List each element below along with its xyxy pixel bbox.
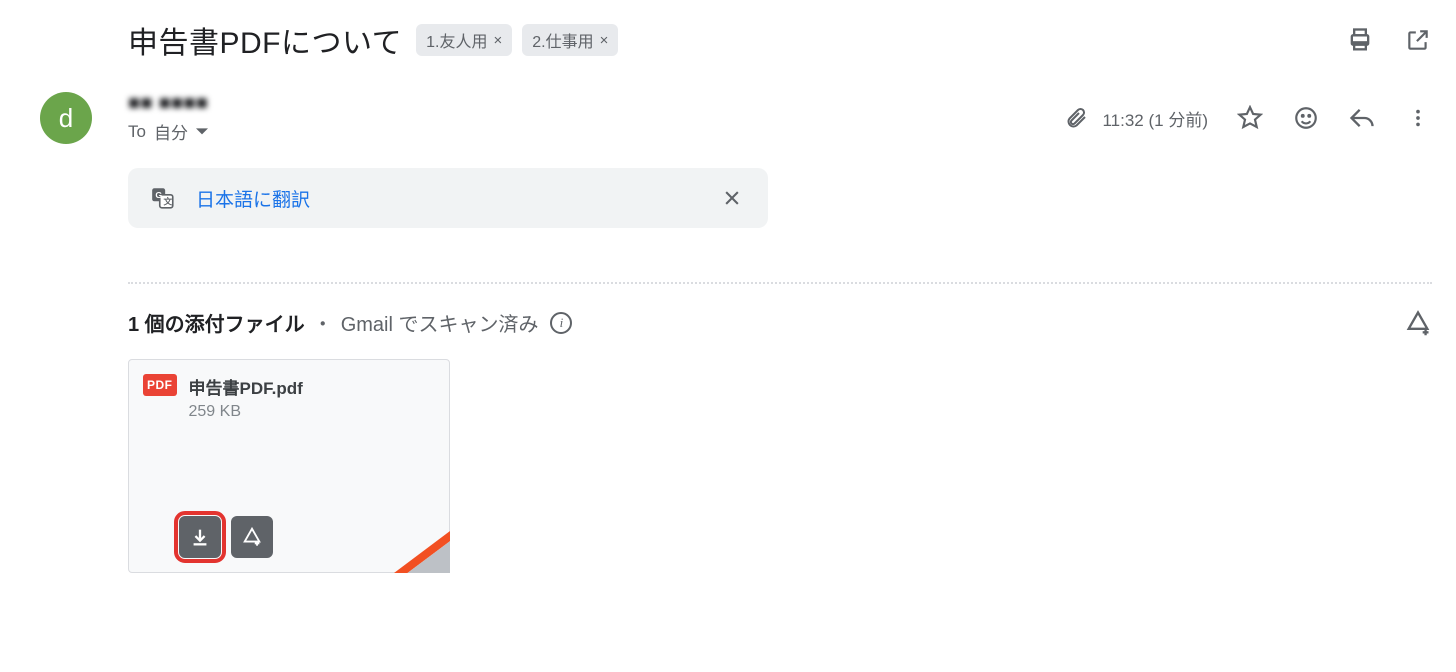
download-button[interactable] (179, 516, 221, 558)
attachment-file-size: 259 KB (189, 403, 303, 421)
message-meta: 11:32 (1 分前) (1064, 104, 1432, 132)
emoji-icon[interactable] (1292, 104, 1320, 132)
translate-link[interactable]: 日本語に翻訳 (196, 185, 310, 212)
close-icon[interactable]: × (600, 32, 609, 49)
recipient-prefix: To (128, 122, 146, 142)
subject-actions (1346, 26, 1432, 54)
attachment-actions (179, 516, 273, 558)
scanned-label: Gmail でスキャン済み (341, 308, 539, 337)
star-icon[interactable] (1236, 104, 1264, 132)
open-in-new-icon[interactable] (1404, 26, 1432, 54)
attachments-count: 1 個の添付ファイル (128, 308, 305, 337)
bullet: ・ (313, 308, 333, 337)
print-icon[interactable] (1346, 26, 1374, 54)
attachments-divider (128, 282, 1432, 284)
info-icon[interactable]: i (550, 312, 572, 334)
email-subject: 申告書PDFについて (128, 18, 402, 62)
attachment-card[interactable]: PDF 申告書PDF.pdf 259 KB (128, 359, 450, 573)
subject-row: 申告書PDFについて 1.友人用 × 2.仕事用 × (0, 0, 1456, 62)
close-icon[interactable] (718, 184, 746, 212)
save-to-drive-button[interactable] (231, 516, 273, 558)
label-chip-work[interactable]: 2.仕事用 × (522, 24, 618, 56)
time-group: 11:32 (1 分前) (1064, 106, 1208, 131)
recipient-name: 自分 (154, 119, 188, 144)
more-icon[interactable] (1404, 104, 1432, 132)
attachment-file-name: 申告書PDF.pdf (189, 374, 303, 399)
recipient-row[interactable]: To 自分 (128, 119, 208, 144)
label-chip-friends[interactable]: 1.友人用 × (416, 24, 512, 56)
sender-name[interactable]: ■■ ■■■■ (128, 92, 208, 115)
download-icon (189, 526, 211, 548)
svg-text:文: 文 (163, 196, 173, 207)
label-chip-text: 1.友人用 (426, 28, 487, 52)
drive-add-icon (241, 526, 263, 548)
close-icon[interactable]: × (493, 32, 502, 49)
label-chip-text: 2.仕事用 (532, 28, 593, 52)
translate-icon: G 文 (150, 185, 176, 211)
svg-text:G: G (155, 190, 162, 200)
avatar[interactable]: d (40, 92, 92, 144)
attachment-file-meta: PDF 申告書PDF.pdf 259 KB (129, 360, 449, 421)
fold-corner-icon (394, 531, 450, 573)
sender-block: d ■■ ■■■■ To 自分 11:32 (1 分前) (0, 62, 1456, 144)
attachments-header: 1 個の添付ファイル ・ Gmail でスキャン済み i (128, 308, 1432, 337)
add-all-to-drive-icon[interactable] (1404, 309, 1432, 337)
label-chips: 1.友人用 × 2.仕事用 × (416, 24, 618, 56)
chevron-down-icon[interactable] (196, 126, 208, 138)
reply-icon[interactable] (1348, 104, 1376, 132)
pdf-badge-icon: PDF (143, 374, 177, 396)
attachment-icon (1064, 106, 1088, 130)
sender-info: ■■ ■■■■ To 自分 (128, 92, 208, 144)
timestamp: 11:32 (1 分前) (1102, 106, 1208, 131)
translate-bar: G 文 日本語に翻訳 (128, 168, 768, 228)
